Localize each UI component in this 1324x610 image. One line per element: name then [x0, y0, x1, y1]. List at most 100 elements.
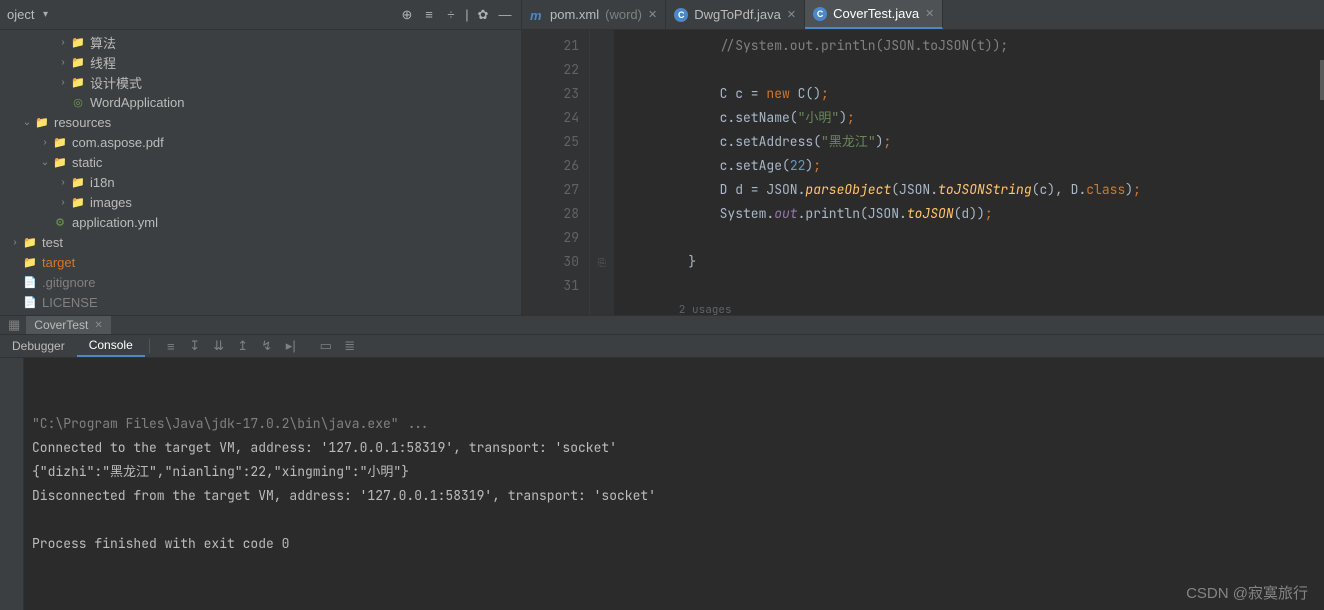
- tree-item-label: com.aspose.pdf: [72, 135, 164, 150]
- expand-arrow-icon[interactable]: ›: [56, 197, 70, 208]
- code-line[interactable]: System.out.println(JSON.toJSON(d));: [626, 202, 1324, 226]
- step-over-icon[interactable]: ≡: [160, 335, 182, 357]
- run-config-icon: ▦: [8, 317, 20, 333]
- project-title: oject: [7, 7, 34, 22]
- line-number[interactable]: 28: [522, 202, 579, 226]
- editor-tab[interactable]: CDwgToPdf.java✕: [666, 0, 805, 29]
- code-line[interactable]: [626, 226, 1324, 250]
- tree-item[interactable]: ›📁i18n: [0, 172, 521, 192]
- run-tab-covertest[interactable]: CoverTest ✕: [26, 316, 110, 334]
- line-number[interactable]: 25: [522, 130, 579, 154]
- line-number[interactable]: 21: [522, 34, 579, 58]
- expand-arrow-icon[interactable]: ›: [38, 137, 52, 148]
- console-tab[interactable]: Console: [77, 335, 145, 357]
- tree-item-label: 设计模式: [90, 73, 142, 92]
- java-class-icon: C: [674, 8, 688, 22]
- tree-item[interactable]: ›📁线程: [0, 52, 521, 72]
- editor-tab[interactable]: mpom.xml(word)✕: [522, 0, 666, 29]
- line-number[interactable]: 26: [522, 154, 579, 178]
- code-line[interactable]: C c = new C();: [626, 82, 1324, 106]
- tree-item[interactable]: 📄.gitignore: [0, 272, 521, 292]
- line-number[interactable]: 23: [522, 82, 579, 106]
- code-line[interactable]: [626, 58, 1324, 82]
- code-line[interactable]: }: [626, 250, 1324, 274]
- code-area[interactable]: //System.out.println(JSON.toJSON(t)); C …: [614, 30, 1324, 315]
- watermark: CSDN @寂寞旅行: [1186, 582, 1308, 606]
- tree-item-label: WordApplication: [90, 95, 184, 110]
- close-icon[interactable]: ✕: [925, 7, 934, 20]
- expand-all-icon[interactable]: ≡: [418, 4, 440, 26]
- project-dropdown-icon[interactable]: ▾: [38, 9, 52, 20]
- line-number[interactable]: 22: [522, 58, 579, 82]
- code-line[interactable]: [626, 274, 1324, 298]
- evaluate-icon[interactable]: ▭: [315, 335, 337, 357]
- expand-arrow-icon[interactable]: ›: [56, 177, 70, 188]
- tree-item[interactable]: ⌄📁static: [0, 152, 521, 172]
- tree-item-label: target: [42, 255, 75, 270]
- console-line: "C:\Program Files\Java\jdk-17.0.2\bin\ja…: [32, 412, 1316, 436]
- console-line: Disconnected from the target VM, address…: [32, 484, 1316, 508]
- tree-item[interactable]: ›📁com.aspose.pdf: [0, 132, 521, 152]
- maven-icon: m: [530, 8, 544, 22]
- debugger-tab[interactable]: Debugger: [0, 335, 77, 357]
- expand-arrow-icon[interactable]: ›: [8, 237, 22, 248]
- settings-gear-icon[interactable]: ✿: [472, 4, 494, 26]
- console-line: {"dizhi":"黑龙江","nianling":22,"xingming":…: [32, 460, 1316, 484]
- tree-item[interactable]: ›📁test: [0, 232, 521, 252]
- force-step-into-icon[interactable]: ⇊: [208, 335, 230, 357]
- line-gutter[interactable]: 2122232425262728293031: [522, 30, 590, 315]
- tree-item[interactable]: ›📁设计模式: [0, 72, 521, 92]
- line-number[interactable]: 30: [522, 250, 579, 274]
- console-output[interactable]: "C:\Program Files\Java\jdk-17.0.2\bin\ja…: [24, 358, 1324, 610]
- code-line[interactable]: //System.out.println(JSON.toJSON(t));: [626, 34, 1324, 58]
- select-opened-icon[interactable]: ⊕: [396, 4, 418, 26]
- editor-tabs: mpom.xml(word)✕CDwgToPdf.java✕C CoverTest…: [522, 0, 1324, 30]
- run-tab-bar: ▦ CoverTest ✕: [0, 316, 1324, 334]
- tree-item-label: LICENSE: [42, 295, 98, 310]
- editor-tab[interactable]: CCoverTest.java✕: [805, 0, 943, 29]
- trace-icon[interactable]: ≣: [339, 335, 361, 357]
- code-line[interactable]: D d = JSON.parseObject(JSON.toJSONString…: [626, 178, 1324, 202]
- tree-item[interactable]: ›📁images: [0, 192, 521, 212]
- drop-frame-icon[interactable]: ↯: [256, 335, 278, 357]
- hide-panel-icon[interactable]: —: [494, 4, 516, 26]
- line-number[interactable]: 31: [522, 274, 579, 298]
- tab-label: CoverTest.java: [833, 6, 919, 21]
- console-sidebar: [0, 358, 24, 610]
- code-line[interactable]: c.setName("小明");: [626, 106, 1324, 130]
- expand-arrow-icon[interactable]: ›: [56, 37, 70, 48]
- line-number[interactable]: 24: [522, 106, 579, 130]
- close-icon[interactable]: ✕: [94, 320, 102, 331]
- expand-arrow-icon[interactable]: ⌄: [38, 157, 52, 168]
- line-number[interactable]: 27: [522, 178, 579, 202]
- step-out-icon[interactable]: ↥: [232, 335, 254, 357]
- close-icon[interactable]: ✕: [648, 8, 657, 21]
- collapse-all-icon[interactable]: ÷: [440, 4, 462, 26]
- tree-item-label: .gitignore: [42, 275, 95, 290]
- project-tree[interactable]: ›📁算法›📁线程›📁设计模式◎WordApplication⌄📁resource…: [0, 30, 521, 315]
- line-number[interactable]: 29: [522, 226, 579, 250]
- run-to-cursor-icon[interactable]: ▸|: [280, 335, 302, 357]
- tree-item-label: test: [42, 235, 63, 250]
- gutter-icons[interactable]: ⎘: [590, 30, 614, 315]
- project-header: oject ▾ ⊕ ≡ ÷ | ✿ —: [0, 0, 521, 30]
- editor-body: 2122232425262728293031 ⎘ //System.out.pr…: [522, 30, 1324, 315]
- separator: |: [462, 4, 472, 26]
- usages-hint[interactable]: 2 usages: [626, 298, 1324, 315]
- tree-item-label: application.yml: [72, 215, 158, 230]
- tree-item[interactable]: 📁target: [0, 252, 521, 272]
- expand-arrow-icon[interactable]: ›: [56, 77, 70, 88]
- tree-item-label: 算法: [90, 33, 116, 52]
- tree-item[interactable]: ›📁算法: [0, 32, 521, 52]
- code-line[interactable]: c.setAddress("黑龙江");: [626, 130, 1324, 154]
- expand-arrow-icon[interactable]: ⌄: [20, 117, 34, 128]
- tree-item[interactable]: ⌄📁resources: [0, 112, 521, 132]
- expand-arrow-icon[interactable]: ›: [56, 57, 70, 68]
- tree-item[interactable]: ⚙application.yml: [0, 212, 521, 232]
- close-icon[interactable]: ✕: [787, 8, 796, 21]
- step-into-icon[interactable]: ↧: [184, 335, 206, 357]
- code-line[interactable]: c.setAge(22);: [626, 154, 1324, 178]
- tree-item[interactable]: ◎WordApplication: [0, 92, 521, 112]
- tree-item[interactable]: 📄LICENSE: [0, 292, 521, 312]
- debug-toolbar: Debugger Console ≡ ↧ ⇊ ↥ ↯ ▸| ▭ ≣: [0, 334, 1324, 358]
